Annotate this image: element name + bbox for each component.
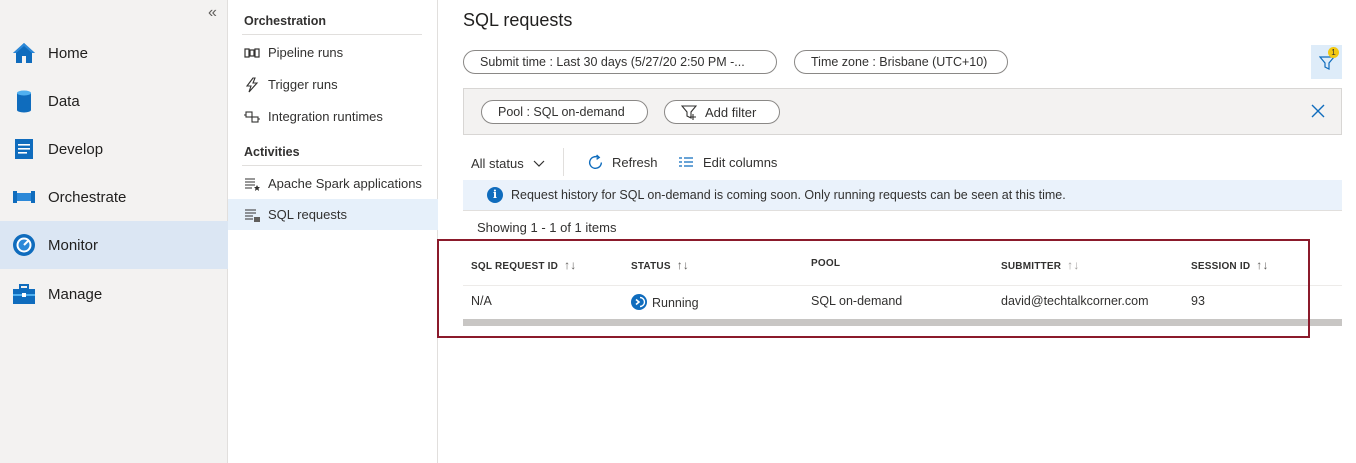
nav-item-monitor[interactable]: Monitor xyxy=(0,221,228,269)
toolbox-icon xyxy=(13,284,35,304)
status-dropdown[interactable]: All status xyxy=(471,154,545,172)
nav-item-label: Manage xyxy=(48,285,103,303)
divider xyxy=(242,34,422,35)
nav-item-label: Orchestrate xyxy=(48,188,127,206)
refresh-icon xyxy=(588,154,603,169)
nav-item-label: Develop xyxy=(48,140,104,158)
lightning-icon xyxy=(245,76,259,92)
filter-bar: Pool : SQL on-demand Add filter xyxy=(463,88,1342,135)
toolbar-divider xyxy=(563,148,564,176)
page-title: SQL requests xyxy=(463,10,573,30)
panel-item-trigger-runs[interactable]: Trigger runs xyxy=(228,69,438,100)
panel-item-integration-runtimes[interactable]: Integration runtimes xyxy=(228,101,438,132)
add-filter-icon xyxy=(681,105,697,120)
panel-item-label: Integration runtimes xyxy=(268,109,383,124)
panel-item-label: Pipeline runs xyxy=(268,45,344,60)
edit-columns-label: Edit columns xyxy=(703,154,778,170)
panel-item-pipeline-runs[interactable]: Pipeline runs xyxy=(228,37,438,68)
nav-item-label: Data xyxy=(48,92,80,110)
section-heading-orchestration: Orchestration xyxy=(244,14,326,28)
submit-time-filter-pill[interactable]: Submit time : Last 30 days (5/27/20 2:50… xyxy=(463,50,777,74)
section-heading-activities: Activities xyxy=(244,145,300,159)
pipeline-runs-icon xyxy=(244,47,260,58)
database-icon xyxy=(17,90,31,113)
panel-item-label: Apache Spark applications xyxy=(268,176,422,191)
time-zone-filter-pill[interactable]: Time zone : Brisbane (UTC+10) xyxy=(794,50,1008,74)
info-message-bar: i Request history for SQL on-demand is c… xyxy=(463,180,1342,211)
sql-list-icon xyxy=(245,208,260,222)
edit-columns-button[interactable]: Edit columns xyxy=(678,153,777,171)
add-filter-label: Add filter xyxy=(705,104,757,120)
pipeline-icon xyxy=(13,191,35,203)
refresh-label: Refresh xyxy=(612,154,658,170)
pool-filter-pill[interactable]: Pool : SQL on-demand xyxy=(481,100,648,124)
collapse-nav-button[interactable]: « xyxy=(208,4,217,22)
item-count-text: Showing 1 - 1 of 1 items xyxy=(477,220,617,235)
gauge-icon xyxy=(13,234,35,256)
left-nav: « Home Data Develop Orchestrate Monitor … xyxy=(0,0,228,463)
add-filter-button[interactable]: Add filter xyxy=(664,100,780,124)
panel-item-apache-spark-applications[interactable]: Apache Spark applications xyxy=(228,168,438,199)
spark-list-icon xyxy=(245,177,260,191)
nav-item-develop[interactable]: Develop xyxy=(0,125,228,173)
nav-item-label: Monitor xyxy=(48,236,99,254)
filter-toggle-button[interactable]: 1 xyxy=(1311,45,1342,79)
main-content: SQL requests Submit time : Last 30 days … xyxy=(437,0,1356,463)
nav-item-home[interactable]: Home xyxy=(0,29,228,77)
nav-item-data[interactable]: Data xyxy=(0,77,228,125)
highlight-box xyxy=(437,239,1310,338)
status-dropdown-label: All status xyxy=(471,155,524,171)
panel-item-label: Trigger runs xyxy=(268,77,338,92)
nav-item-manage[interactable]: Manage xyxy=(0,270,228,318)
info-message-text: Request history for SQL on-demand is com… xyxy=(511,188,1066,202)
chevron-down-icon xyxy=(533,160,545,167)
home-icon xyxy=(13,43,35,63)
nav-item-label: Home xyxy=(48,44,89,62)
monitor-panel: Orchestration Pipeline runs Trigger runs… xyxy=(228,0,438,463)
nav-item-orchestrate[interactable]: Orchestrate xyxy=(0,173,228,221)
columns-icon xyxy=(679,157,693,167)
integration-runtime-icon xyxy=(244,110,260,123)
document-icon xyxy=(15,139,33,159)
divider xyxy=(242,165,422,166)
filter-count-badge: 1 xyxy=(1328,47,1339,58)
panel-item-label: SQL requests xyxy=(268,207,348,222)
info-icon: i xyxy=(487,187,503,203)
panel-item-sql-requests[interactable]: SQL requests xyxy=(228,199,438,230)
refresh-button[interactable]: Refresh xyxy=(587,153,658,171)
close-icon[interactable] xyxy=(1308,101,1328,121)
